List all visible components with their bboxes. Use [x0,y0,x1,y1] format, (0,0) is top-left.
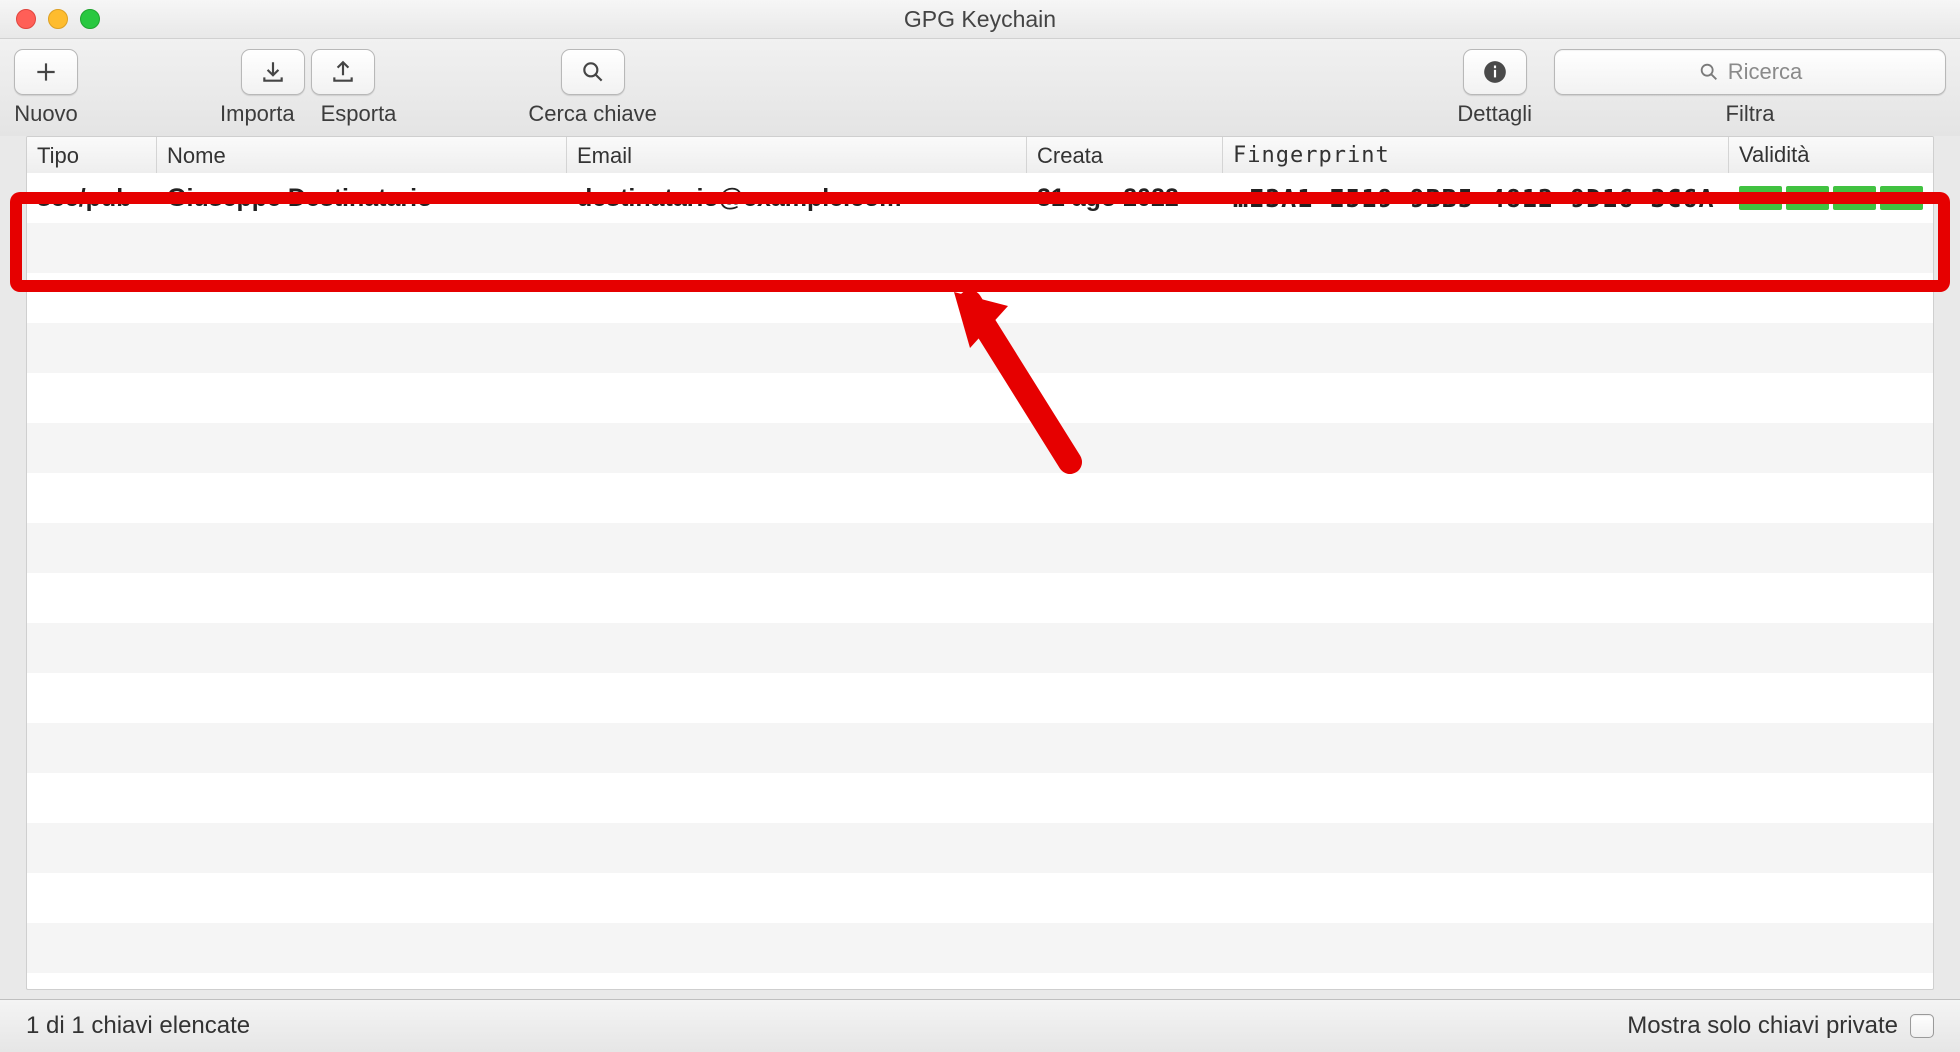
export-button[interactable] [311,49,375,95]
table-row-empty [27,823,1933,873]
validity-block [1786,186,1829,210]
cell-type: sec/pub [27,184,157,213]
minimize-window-button[interactable] [48,9,68,29]
table-row-empty [27,623,1933,673]
table-row-empty [27,673,1933,723]
lookup-key-button[interactable] [561,49,625,95]
table-row-empty [27,873,1933,923]
toolbar-import-export-group: Importa Esporta [220,49,396,127]
filter-label: Filtra [1726,101,1775,127]
zoom-window-button[interactable] [80,9,100,29]
export-label: Esporta [321,101,397,127]
toolbar: Nuovo Importa Esporta Cerca chiave Detta… [0,39,1960,137]
table-row-empty [27,923,1933,973]
window-controls [16,9,100,29]
search-icon [1698,61,1720,83]
search-placeholder: Ricerca [1728,59,1803,85]
info-icon [1482,59,1508,85]
details-label: Dettagli [1457,101,1532,127]
search-icon [580,59,606,85]
close-window-button[interactable] [16,9,36,29]
toolbar-lookup-group: Cerca chiave [528,49,656,127]
cell-date: 31 ago 2022 [1027,184,1223,213]
toolbar-filter-group: Ricerca Filtra [1554,49,1946,127]
table-body: sec/pubGiuseppe Destinatariodestinatario… [27,173,1933,989]
show-private-label: Mostra solo chiavi private [1627,1012,1898,1040]
column-header-name[interactable]: Nome [157,137,567,173]
cell-name: Giuseppe Destinatario [157,184,567,213]
details-button[interactable] [1463,49,1527,95]
toolbar-new-group: Nuovo [14,49,78,127]
lookup-label: Cerca chiave [528,101,656,127]
column-header-type[interactable]: Tipo [27,137,157,173]
validity-block [1833,186,1876,210]
table-row[interactable]: sec/pubGiuseppe Destinatariodestinatario… [27,173,1933,223]
column-header-created[interactable]: Creata [1027,137,1223,173]
column-header-fingerprint[interactable]: Fingerprint [1223,137,1729,173]
window-title: GPG Keychain [0,6,1960,33]
cell-fingerprint: …E3A1 E519 9BB5 4812 9D16 3C6A [1223,184,1729,213]
table-row-empty [27,373,1933,423]
export-icon [330,59,356,85]
table-row-empty [27,473,1933,523]
show-private-checkbox[interactable] [1910,1014,1934,1038]
table-row-empty [27,223,1933,273]
table-row-empty [27,423,1933,473]
column-header-email[interactable]: Email [567,137,1027,173]
table-row-empty [27,723,1933,773]
toolbar-details-group: Dettagli [1457,49,1532,127]
import-label: Importa [220,101,295,127]
validity-block [1739,186,1782,210]
table-row-empty [27,273,1933,323]
new-button[interactable] [14,49,78,95]
cell-validity [1729,186,1933,210]
table-row-empty [27,323,1933,373]
validity-block [1880,186,1923,210]
import-icon [260,59,286,85]
table-header: Tipo Nome Email Creata Fingerprint Valid… [27,137,1933,174]
table-row-empty [27,773,1933,823]
column-header-validity[interactable]: Validità [1729,137,1933,173]
main-area: Tipo Nome Email Creata Fingerprint Valid… [0,136,1960,1000]
new-label: Nuovo [14,101,78,127]
plus-icon [33,59,59,85]
cell-email: destinatario@example.com [567,184,1027,213]
keys-table: Tipo Nome Email Creata Fingerprint Valid… [26,136,1934,990]
import-button[interactable] [241,49,305,95]
search-input[interactable]: Ricerca [1554,49,1946,95]
titlebar: GPG Keychain [0,0,1960,39]
status-left: 1 di 1 chiavi elencate [26,1012,250,1040]
table-row-empty [27,523,1933,573]
statusbar: 1 di 1 chiavi elencate Mostra solo chiav… [0,999,1960,1052]
table-row-empty [27,573,1933,623]
